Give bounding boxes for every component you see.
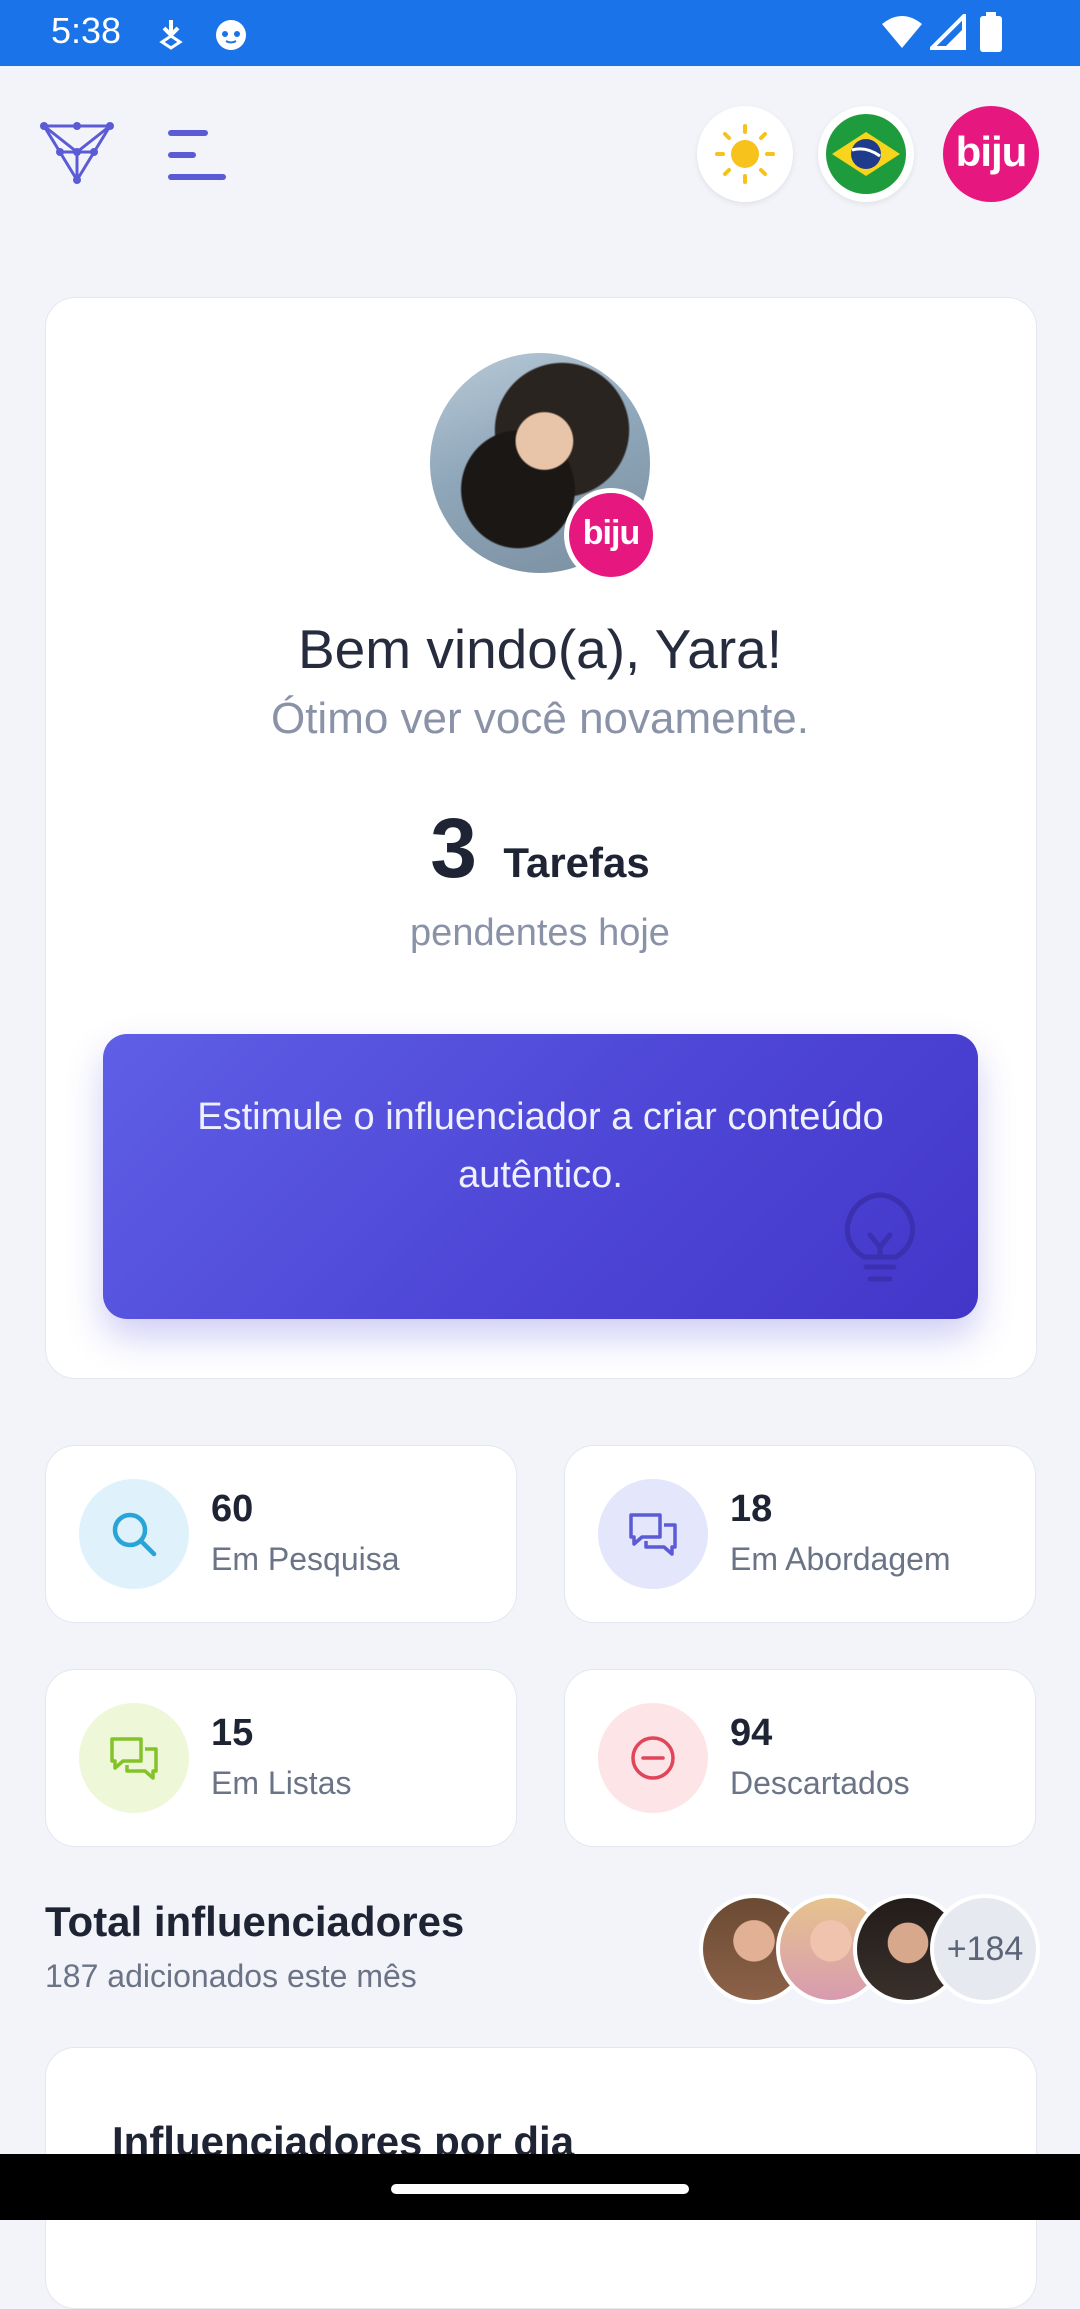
status-time: 5:38 [51,10,122,51]
welcome-subtitle: Ótimo ver você novamente. [270,694,809,743]
tasks-label: Tarefas [503,839,650,886]
brand-badge: biju [564,488,658,582]
total-influencers-subtitle: 187 adicionados este mês [45,1958,417,1994]
stat-icon-bg [598,1703,708,1813]
tasks-summary: 3 Tarefas [0,800,1080,897]
download-icon [159,20,183,50]
stat-value: 15 [211,1712,254,1754]
stat-label: Em Listas [211,1765,352,1801]
signal-icon [930,14,966,50]
chat-icon [629,1513,677,1556]
stat-value: 60 [211,1488,254,1530]
wifi-icon [882,16,922,48]
system-navigation-bar [0,2154,1080,2220]
tasks-count: 3 [430,801,477,895]
battery-icon [980,12,1002,52]
home-gesture-handle[interactable] [391,2184,689,2194]
status-bar: 5:38 [0,0,1080,66]
more-influencers-badge[interactable]: +184 [930,1894,1040,2004]
stat-card-abordagem[interactable]: 18 Em Abordagem [564,1445,1036,1623]
network-logo-icon[interactable] [40,122,114,184]
stat-card-listas[interactable]: 15 Em Listas [45,1669,517,1847]
lightbulb-icon [844,1192,916,1282]
total-influencers-title: Total influenciadores [45,1898,465,1945]
cat-notification-icon [216,20,246,50]
tip-banner[interactable]: Estimule o influenciador a criar conteúd… [103,1034,978,1319]
stat-icon-bg [79,1703,189,1813]
stat-value: 94 [730,1712,773,1754]
stat-icon-bg [598,1479,708,1589]
stat-label: Descartados [730,1765,910,1801]
language-button[interactable] [818,106,914,202]
search-icon [112,1512,157,1557]
welcome-title: Bem vindo(a), Yara! [297,618,783,680]
chat-icon [110,1737,158,1780]
theme-toggle-button[interactable] [697,106,793,202]
tip-text: Estimule o influenciador a criar conteúd… [197,1096,884,1196]
hamburger-menu-icon[interactable] [168,130,228,182]
sun-icon [715,124,775,184]
tasks-subtitle: pendentes hoje [410,912,670,954]
stat-label: Em Pesquisa [211,1541,400,1577]
stat-label: Em Abordagem [730,1541,951,1577]
brazil-flag-icon [826,114,906,194]
stat-value: 18 [730,1488,773,1530]
stat-card-descartados[interactable]: 94 Descartados [564,1669,1036,1847]
stat-icon-bg [79,1479,189,1589]
stat-card-pesquisa[interactable]: 60 Em Pesquisa [45,1445,517,1623]
minus-circle-icon [631,1736,675,1780]
brand-account-button[interactable]: biju [943,106,1039,202]
